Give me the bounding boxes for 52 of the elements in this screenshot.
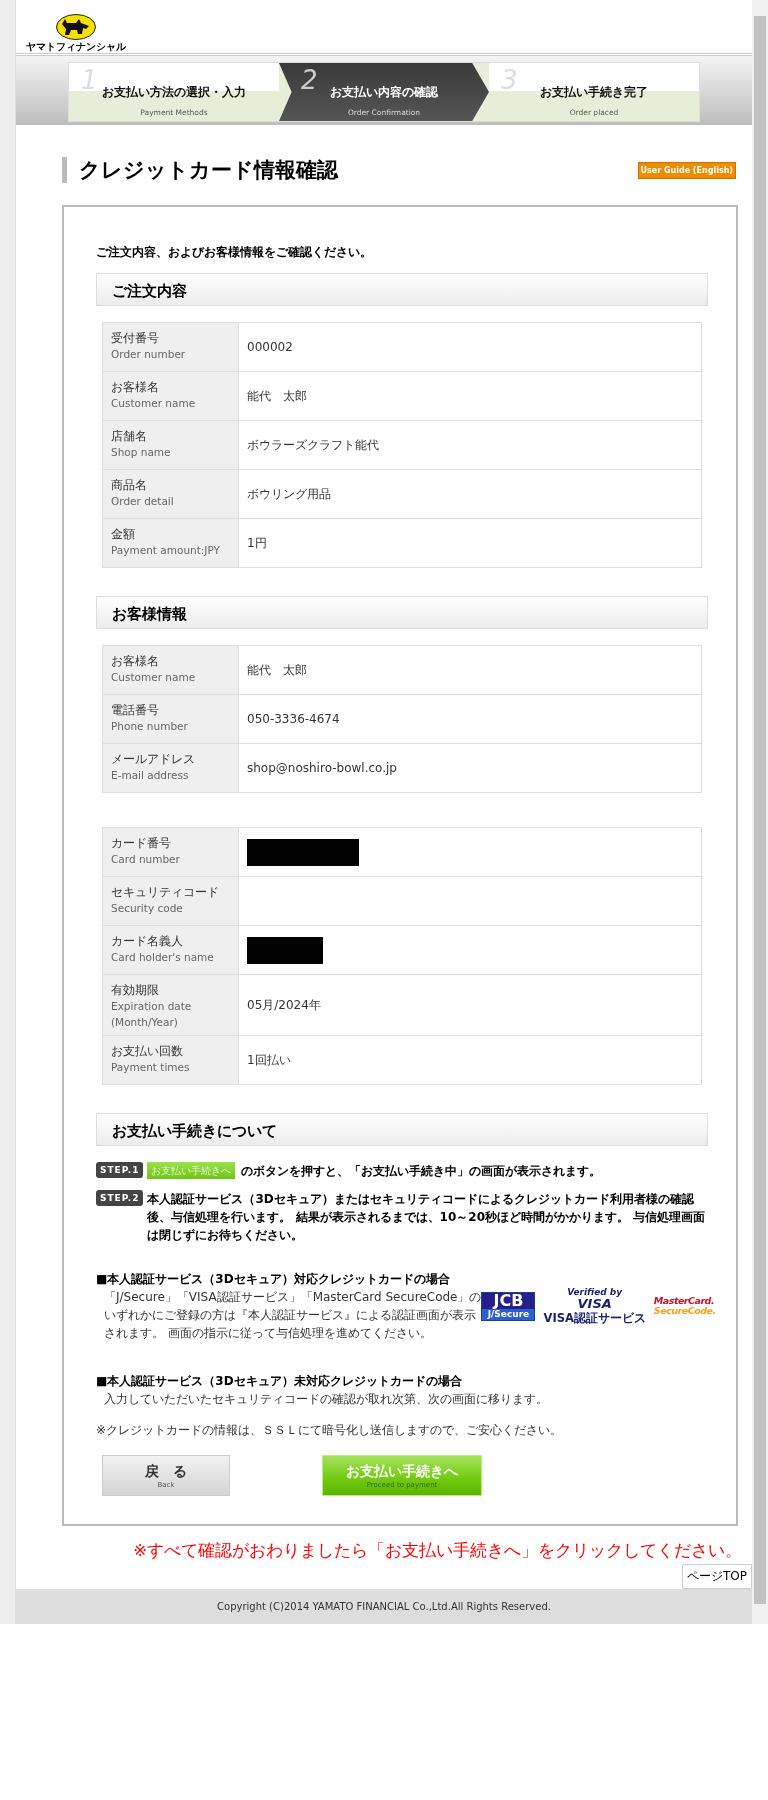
value-text: 1円 (247, 534, 267, 552)
step-text: 本人認証サービス（3Dセキュア）またはセキュリティコードによるクレジットカード利用者様の確認後、与信処理を行います。 結果が表示されるまでは、10～20秒ほど時間がかかります。 与信処理画面は閉じずにお待ちください。 (147, 1191, 707, 1244)
step-label: お支払い内容の確認 (330, 84, 438, 101)
ssl-note: ※クレジットカードの情報は、ＳＳＬにて暗号化し送信しますので、ご安心ください。 (96, 1422, 564, 1439)
notice-text: ※すべて確認がおわりましたら「お支払い手続きへ」をクリックしてください。 (133, 1540, 742, 1562)
page-title: クレジットカード情報確認 (62, 157, 338, 183)
label-cell: カード名義人 Card holder's name (103, 926, 239, 974)
scrollbar[interactable] (752, 0, 768, 1624)
verified-by-visa-logo: Verified by VISA VISA認証サービス (543, 1286, 646, 1326)
logo-caption: ヤマトフィナンシャル (26, 40, 126, 54)
label-cell: セキュリティコード Security code (103, 877, 239, 925)
step-text: のボタンを押すと、「お支払い手続き中」の画面が表示されます。 (241, 1163, 602, 1180)
section-heading: ご注文内容 (96, 273, 708, 306)
label-cell: 有効期限 Expiration date (Month/Year) (103, 975, 239, 1035)
proceed-button-sample[interactable]: お支払い手続きへ (147, 1162, 236, 1179)
value-text: 000002 (247, 340, 293, 354)
user-guide-button[interactable]: User Guide (English) (637, 161, 736, 179)
step-badge: STEP.1 (96, 1162, 144, 1178)
note-text: 入力していただいたセキュリティコードの確認が取れ次第、次の画面に移ります。 (103, 1391, 549, 1408)
footer: Copyright (C)2014 YAMATO FINANCIAL Co.,Ltd.All Rights Reserved. (16, 1589, 752, 1624)
section-heading: お支払い手続きについて (96, 1113, 708, 1146)
step-badge: STEP.2 (96, 1190, 144, 1206)
label-cell: 金額 Payment amount:JPY (103, 519, 239, 567)
label-cell: 店舗名 Shop name (103, 421, 239, 469)
step-label: お支払い方法の選択・入力 (102, 84, 246, 101)
label-cell: 電話番号 Phone number (103, 695, 239, 743)
intro-text: ご注文内容、およびお客様情報をご確認ください。 (96, 244, 373, 261)
label-cell: 商品名 Order detail (103, 470, 239, 518)
mastercard-securecode-logo: MasterCard. SecureCode. (653, 1295, 716, 1317)
label-cell: お客様名 Customer name (103, 646, 239, 694)
label-cell: カード番号 Card number (103, 828, 239, 876)
value-text: ボウラーズクラフト能代 (247, 436, 379, 454)
cat-logo-icon (56, 14, 96, 40)
value-text: ボウリング用品 (247, 485, 331, 503)
note-heading: ■本人認証サービス（3Dセキュア）未対応クレジットカードの場合 (96, 1373, 463, 1390)
page-top-button[interactable]: ページTOP (682, 1564, 752, 1589)
label-cell: お支払い回数 Payment times (103, 1036, 239, 1084)
jcb-secure-logo: JCB J/Secure (481, 1291, 536, 1321)
value-text: shop@noshiro-bowl.co.jp (247, 761, 397, 775)
note-heading: ■本人認証サービス（3Dセキュア）対応クレジットカードの場合 (96, 1271, 451, 1288)
step-number: 2 (301, 65, 318, 95)
value-text: 05月/2024年 (247, 996, 321, 1014)
step-label: お支払い手続き完了 (540, 84, 648, 101)
label-cell: お客様名 Customer name (103, 372, 239, 420)
label-cell: メールアドレス E-mail address (103, 744, 239, 792)
value-text: 050-3336-4674 (247, 712, 340, 726)
value-text: 1回払い (247, 1051, 291, 1069)
value-text: 能代 太郎 (247, 661, 307, 679)
value-text: 能代 太郎 (247, 387, 307, 405)
label-cell: 受付番号 Order number (103, 323, 239, 371)
section-heading: お客様情報 (96, 596, 708, 629)
note-text: 「J/Secure」「VISA認証サービス」「MasterCard SecureCode」の いずれかにご登録の方は『本人認証サービス』による認証画面が表示 されます。 画面の指示に従って与信処理を進めてください。 (103, 1289, 482, 1342)
